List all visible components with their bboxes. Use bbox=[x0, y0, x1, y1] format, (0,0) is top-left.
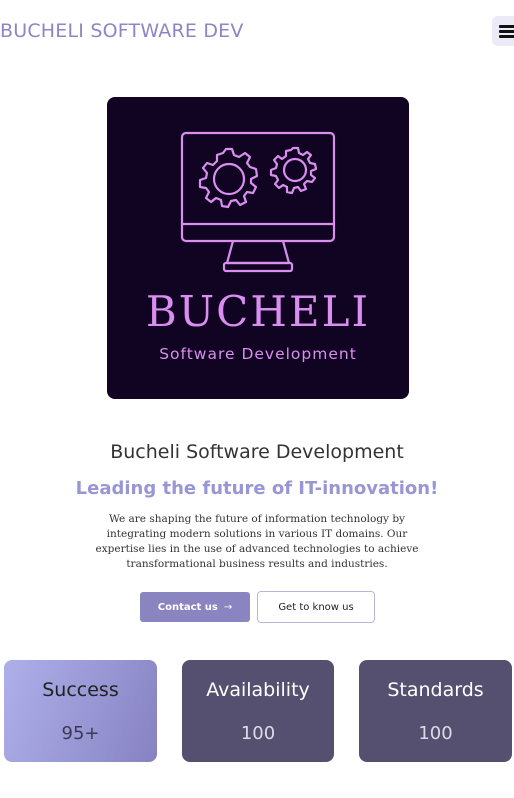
menu-button[interactable] bbox=[492, 16, 514, 46]
get-to-know-us-button[interactable]: Get to know us bbox=[257, 591, 375, 623]
contact-us-label: Contact us bbox=[157, 601, 218, 613]
brand-name[interactable]: BUCHELI SOFTWARE DEV bbox=[0, 20, 244, 42]
stat-card-standards: Standards 100 bbox=[359, 660, 512, 762]
stat-label: Availability bbox=[206, 679, 310, 701]
stat-card-success: Success 95+ bbox=[4, 660, 157, 762]
stat-card-availability: Availability 100 bbox=[182, 660, 334, 762]
logo-wordmark: BUCHELI bbox=[145, 287, 371, 336]
hero-description: We are shaping the future of information… bbox=[95, 513, 419, 570]
stat-value: 100 bbox=[418, 723, 453, 744]
stat-label: Standards bbox=[387, 679, 484, 701]
stat-value: 100 bbox=[240, 723, 276, 744]
page-title: Bucheli Software Development bbox=[110, 441, 404, 463]
stat-value: 95+ bbox=[61, 723, 100, 744]
logo-subtitle: Software Development bbox=[159, 345, 357, 363]
arrow-right-icon: → bbox=[223, 601, 233, 613]
stat-label: Success bbox=[42, 679, 119, 701]
company-logo: BUCHELI Software Development bbox=[107, 97, 409, 399]
contact-us-button[interactable]: Contact us → bbox=[140, 592, 250, 622]
tagline: Leading the future of IT-innovation! bbox=[75, 478, 439, 499]
